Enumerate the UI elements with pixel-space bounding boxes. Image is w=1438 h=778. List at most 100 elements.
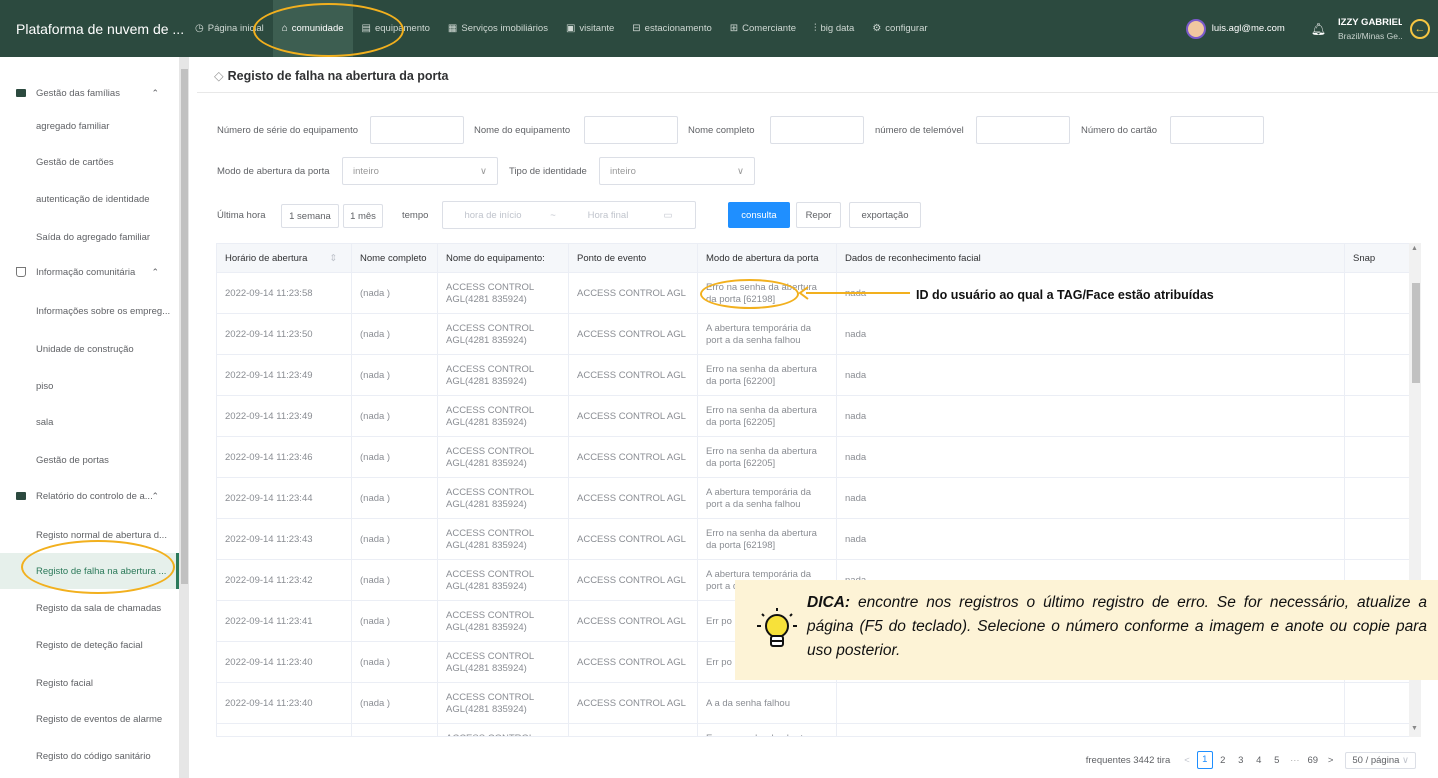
- cell-event-point: ACCESS CONTROL AGL: [569, 642, 698, 683]
- table-row[interactable]: ACCESS CONTROL AGL(4281 Erro na senha da …: [217, 724, 1409, 736]
- sidebar-item-label: Saída do agregado familiar: [36, 231, 151, 243]
- serial-input[interactable]: [370, 116, 464, 144]
- phone-input[interactable]: [976, 116, 1070, 144]
- cell-name: (nada ): [352, 437, 438, 478]
- table-row[interactable]: 2022-09-14 11:23:40 (nada ) ACCESS CONTROL…: [217, 683, 1409, 724]
- page-number[interactable]: 1: [1196, 751, 1213, 769]
- table-row[interactable]: 2022-09-14 11:23:50 (nada ) ACCESS CONTROL…: [217, 314, 1409, 355]
- col-header-face-data: Dados de reconhecimento facial: [837, 244, 1345, 273]
- sidebar-item-label: Registo normal de abertura d...: [36, 529, 167, 541]
- page-ellipsis[interactable]: ···: [1287, 755, 1303, 766]
- nav-item-merchant[interactable]: ⊞ Comerciante: [721, 0, 805, 57]
- sidebar-item-health-code[interactable]: Registo do código sanitário: [0, 738, 179, 774]
- sidebar-group-families[interactable]: Gestão das famílias ⌃: [0, 75, 179, 111]
- tip-text: DICA: encontre nos registros o último re…: [807, 591, 1427, 663]
- page-number[interactable]: 4: [1251, 755, 1267, 766]
- cell-event-point: ACCESS CONTROL AGL: [569, 396, 698, 437]
- sidebar-item-room[interactable]: sala: [0, 404, 179, 440]
- bell-icon[interactable]: 🔔︎: [1311, 22, 1326, 36]
- sort-icon[interactable]: ⇕: [329, 253, 337, 264]
- nav-item-parking[interactable]: ⊟ estacionamento: [623, 0, 720, 57]
- nav-item-settings[interactable]: ⚙ configurar: [863, 0, 936, 57]
- cell-snap: [1345, 683, 1409, 724]
- date-range-picker[interactable]: hora de início ~ Hora final ▭: [442, 201, 696, 229]
- account-email[interactable]: luis.agl@me.com: [1212, 23, 1285, 34]
- highlight-circle-sidebar: [21, 540, 175, 594]
- card-input[interactable]: [1170, 116, 1264, 144]
- cell-open-mode: Erro na senha da abertura da porta [6219…: [698, 519, 837, 560]
- callout-text: ID do usuário ao qual a TAG/Face estão a…: [916, 288, 1214, 302]
- scrollbar-thumb[interactable]: [181, 69, 188, 584]
- avatar[interactable]: [1185, 18, 1206, 39]
- account-area: luis.agl@me.com 🔔︎ IZZY GABRIEL ... Braz…: [1185, 0, 1438, 57]
- device-name-input[interactable]: [584, 116, 678, 144]
- cell-name: (nada ): [352, 642, 438, 683]
- cell-device: ACCESS CONTROL AGL(4281 835924): [438, 314, 569, 355]
- start-time-input[interactable]: hora de início: [443, 210, 543, 221]
- cell-name: (nada ): [352, 478, 438, 519]
- select-value: inteiro: [353, 165, 379, 177]
- sidebar-item-label: Informações sobre os empreg...: [36, 305, 171, 317]
- cell-face-data: nada: [837, 314, 1345, 355]
- table-row[interactable]: 2022-09-14 11:23:46 (nada ) ACCESS CONTROL…: [217, 437, 1409, 478]
- sidebar-item-face-record[interactable]: Registo facial: [0, 665, 179, 701]
- sidebar-scrollbar[interactable]: [179, 57, 189, 778]
- sidebar-item-employees[interactable]: Informações sobre os empreg...: [0, 293, 179, 329]
- identity-select[interactable]: inteiro ∨: [599, 157, 755, 185]
- cell-open-mode: Erro na senha da abertura da porta [6220…: [698, 437, 837, 478]
- table-row[interactable]: 2022-09-14 11:23:49 (nada ) ACCESS CONTROL…: [217, 355, 1409, 396]
- sidebar-item-label: Registo facial: [36, 677, 94, 689]
- sidebar-item-label: Unidade de construção: [36, 343, 134, 355]
- cell-name: (nada ): [352, 601, 438, 642]
- sidebar-item-building-unit[interactable]: Unidade de construção: [0, 331, 179, 367]
- sidebar-item-floor[interactable]: piso: [0, 368, 179, 404]
- sidebar-item-household[interactable]: agregado familiar: [0, 108, 179, 144]
- full-name-input[interactable]: [770, 116, 864, 144]
- sidebar-group-access-report[interactable]: Relatório do controlo de a... ⌃: [0, 478, 179, 514]
- sidebar-item-doors[interactable]: Gestão de portas: [0, 442, 179, 478]
- cell-device: ACCESS CONTROL AGL(4281 835924): [438, 355, 569, 396]
- nav-item-property[interactable]: ▦ Serviços imobiliários: [439, 0, 557, 57]
- scroll-down-icon[interactable]: ▼: [1411, 725, 1418, 732]
- cell-event-point: ACCESS CONTROL AGL: [569, 273, 698, 314]
- open-mode-select[interactable]: inteiro ∨: [342, 157, 498, 185]
- scroll-up-icon[interactable]: ▲: [1411, 245, 1418, 252]
- export-button[interactable]: exportação: [849, 202, 921, 228]
- table-row[interactable]: 2022-09-14 11:23:43 (nada ) ACCESS CONTROL…: [217, 519, 1409, 560]
- end-time-input[interactable]: Hora final: [563, 210, 653, 221]
- reset-button[interactable]: Repor: [796, 202, 841, 228]
- cell-snap: [1345, 478, 1409, 519]
- page-number[interactable]: 69: [1305, 755, 1321, 766]
- sidebar-item-label: agregado familiar: [36, 120, 110, 132]
- logout-icon[interactable]: ←: [1410, 18, 1430, 39]
- last-hour-label[interactable]: Última hora: [217, 210, 266, 221]
- sidebar-item-face-detection[interactable]: Registo de deteção facial: [0, 627, 179, 663]
- cell-time: 2022-09-14 11:23:49: [217, 355, 352, 396]
- cell-time: 2022-09-14 11:23:43: [217, 519, 352, 560]
- sidebar-group-community-info[interactable]: Informação comunitária ⌃: [0, 254, 179, 290]
- nav-item-visitor[interactable]: ▣ visitante: [557, 0, 623, 57]
- user-info[interactable]: IZZY GABRIEL ... Brazil/Minas Ge...: [1338, 17, 1402, 41]
- cell-device: ACCESS CONTROL AGL(4281: [438, 724, 569, 736]
- next-page-icon[interactable]: >: [1328, 755, 1334, 766]
- query-button[interactable]: consulta: [728, 202, 790, 228]
- col-header-time[interactable]: Horário de abertura ⇕: [217, 244, 352, 273]
- sidebar-item-label: Registo de eventos de alarme: [36, 713, 163, 725]
- prev-page-icon[interactable]: <: [1184, 755, 1190, 766]
- table-row[interactable]: 2022-09-14 11:23:49 (nada ) ACCESS CONTROL…: [217, 396, 1409, 437]
- page-number[interactable]: 3: [1233, 755, 1249, 766]
- sidebar-item-household-exit[interactable]: Saída do agregado familiar: [0, 219, 179, 255]
- sidebar-item-alarm-events[interactable]: Registo de eventos de alarme: [0, 701, 179, 737]
- tip-label: DICA:: [807, 594, 851, 611]
- sidebar-item-call-room[interactable]: Registo da sala de chamadas: [0, 590, 179, 626]
- month-button[interactable]: 1 mês: [343, 204, 383, 228]
- scrollbar-thumb[interactable]: [1412, 283, 1420, 383]
- page-size-select[interactable]: 50 / página ∨: [1345, 751, 1416, 769]
- nav-item-bigdata[interactable]: ⫶ big data: [805, 0, 863, 57]
- table-row[interactable]: 2022-09-14 11:23:44 (nada ) ACCESS CONTROL…: [217, 478, 1409, 519]
- page-number[interactable]: 5: [1269, 755, 1285, 766]
- sidebar-item-cards[interactable]: Gestão de cartões: [0, 144, 179, 180]
- sidebar-item-identity[interactable]: autenticação de identidade: [0, 181, 179, 217]
- week-button[interactable]: 1 semana: [281, 204, 339, 228]
- page-number[interactable]: 2: [1215, 755, 1231, 766]
